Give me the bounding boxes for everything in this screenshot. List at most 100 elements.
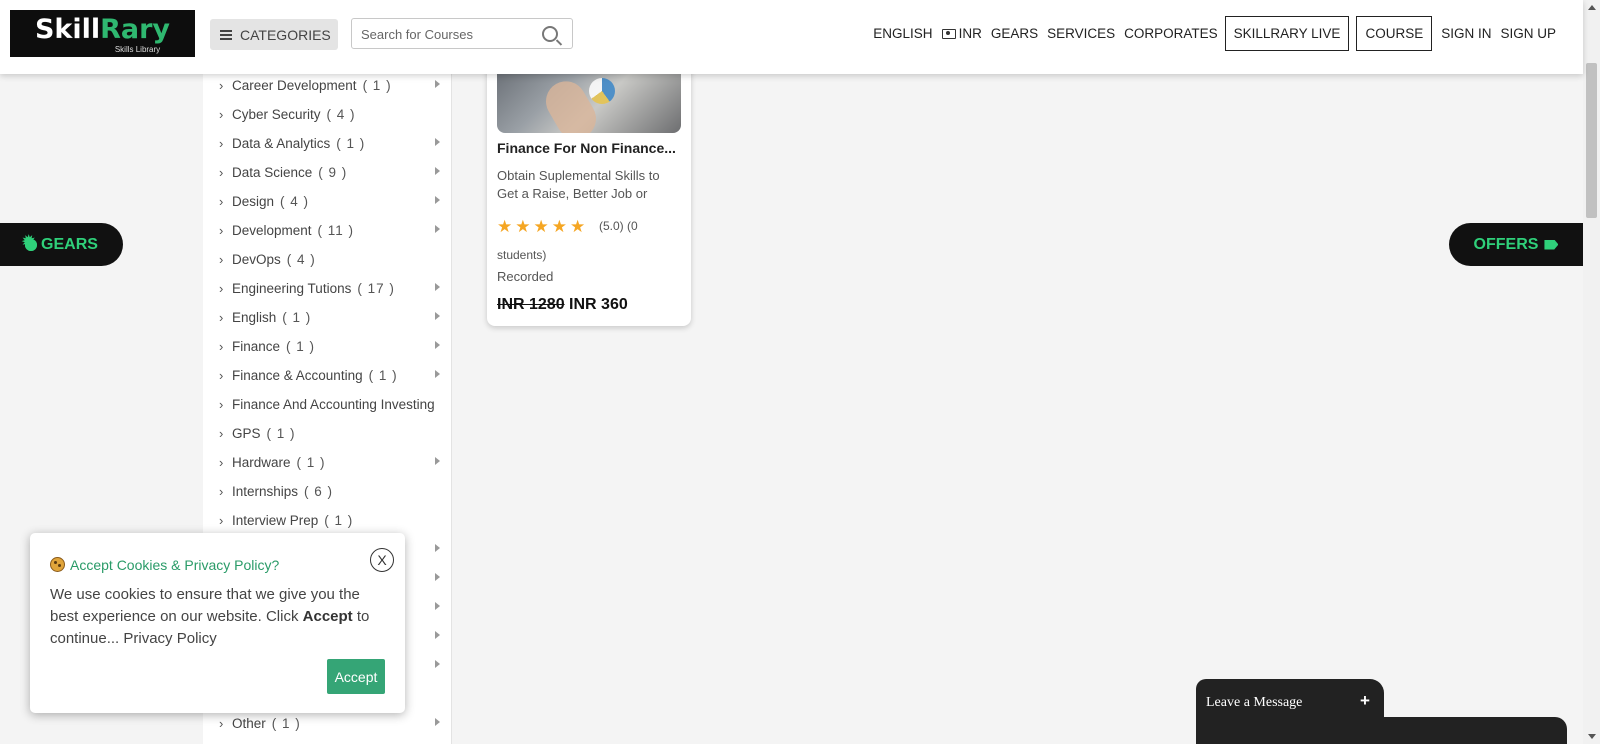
category-item[interactable]: › Career Development ( 1 ): [203, 76, 451, 105]
chevron-right-icon: ›: [219, 397, 224, 412]
category-count: ( 1 ): [296, 455, 326, 470]
chevron-right-icon: ›: [219, 513, 224, 528]
submenu-arrow-icon[interactable]: [435, 457, 440, 465]
course-card[interactable]: Finance For Non Finance... Obtain Suplem…: [487, 40, 691, 326]
submenu-arrow-icon[interactable]: [435, 544, 440, 552]
cookie-heading: Accept Cookies & Privacy Policy?: [50, 557, 279, 573]
cookie-body: We use cookies to ensure that we give yo…: [50, 584, 380, 650]
submenu-arrow-icon[interactable]: [435, 602, 440, 610]
students-text: students): [497, 248, 547, 262]
submenu-arrow-icon[interactable]: [435, 718, 440, 726]
submenu-arrow-icon[interactable]: [435, 312, 440, 320]
submenu-arrow-icon[interactable]: [435, 225, 440, 233]
search-icon[interactable]: [542, 26, 558, 42]
logo-tagline: Skills Library: [114, 45, 161, 54]
logo-text-skill: Skill: [34, 14, 101, 45]
submenu-arrow-icon[interactable]: [435, 660, 440, 668]
category-item[interactable]: › Internships ( 6 ): [203, 482, 451, 511]
nav-course[interactable]: COURSE: [1356, 16, 1433, 51]
category-item[interactable]: › Finance And Accounting Investing: [203, 395, 451, 424]
tag-icon: [1544, 239, 1559, 250]
page-scrollbar[interactable]: [1583, 0, 1600, 744]
leave-message-widget[interactable]: Leave a Message +: [1196, 679, 1567, 744]
nav-inr-label: INR: [958, 26, 982, 41]
offers-floating-tab[interactable]: OFFERS: [1449, 223, 1583, 266]
plus-icon[interactable]: +: [1360, 691, 1370, 711]
nav-sign-up[interactable]: SIGN UP: [1500, 26, 1556, 41]
categories-button[interactable]: CATEGORIES: [210, 19, 338, 50]
nav-skillrary-live[interactable]: SKILLRARY LIVE: [1224, 16, 1350, 51]
scroll-up-icon[interactable]: [1588, 5, 1596, 10]
chevron-right-icon: ›: [219, 165, 224, 180]
accept-button[interactable]: Accept: [327, 659, 385, 694]
nav-services[interactable]: SERVICES: [1047, 26, 1115, 41]
gears-tab-label: GEARS: [41, 235, 98, 253]
category-item[interactable]: › Data & Analytics ( 1 ): [203, 134, 451, 163]
category-label: Data Science: [232, 165, 313, 180]
category-item[interactable]: › DevOps ( 4 ): [203, 250, 451, 279]
category-label: Finance And Accounting Investing: [232, 397, 435, 412]
submenu-arrow-icon[interactable]: [435, 138, 440, 146]
star-icon: ★: [497, 217, 513, 236]
category-item[interactable]: › Engineering Tutions ( 17 ): [203, 279, 451, 308]
nav-english[interactable]: ENGLISH: [873, 26, 932, 41]
category-count: ( 1 ): [266, 426, 296, 441]
category-item[interactable]: › Cyber Security ( 4 ): [203, 105, 451, 134]
leave-message-bar: [1196, 717, 1567, 744]
scrollbar-thumb[interactable]: [1586, 63, 1597, 218]
submenu-arrow-icon[interactable]: [435, 167, 440, 175]
submenu-arrow-icon[interactable]: [435, 370, 440, 378]
category-item[interactable]: › Finance ( 1 ): [203, 337, 451, 366]
category-count: ( 1 ): [362, 78, 392, 93]
chevron-right-icon: ›: [219, 716, 224, 731]
nav-gears[interactable]: GEARS: [991, 26, 1038, 41]
skillrary-logo[interactable]: SkillRary Skills Library: [10, 10, 195, 57]
category-label: GPS: [232, 426, 261, 441]
category-count: ( 6 ): [304, 484, 334, 499]
submenu-arrow-icon[interactable]: [435, 283, 440, 291]
chevron-right-icon: ›: [219, 426, 224, 441]
offers-tab-label: OFFERS: [1473, 235, 1539, 253]
chevron-right-icon: ›: [219, 484, 224, 499]
star-icon: ★: [551, 217, 567, 236]
nav-sign-in[interactable]: SIGN IN: [1441, 26, 1491, 41]
submenu-arrow-icon[interactable]: [435, 196, 440, 204]
course-price: INR 1280 INR 360: [497, 296, 628, 314]
category-item[interactable]: › Finance & Accounting ( 1 ): [203, 366, 451, 395]
search-input[interactable]: [359, 26, 533, 43]
submenu-arrow-icon[interactable]: [435, 341, 440, 349]
chevron-right-icon: ›: [219, 281, 224, 296]
category-item[interactable]: › Hardware ( 1 ): [203, 453, 451, 482]
category-label: Internships: [232, 484, 299, 499]
course-title[interactable]: Finance For Non Finance...: [497, 140, 681, 156]
category-item[interactable]: › Other ( 1 ): [203, 714, 451, 743]
submenu-arrow-icon[interactable]: [435, 573, 440, 581]
scroll-down-icon[interactable]: [1588, 734, 1596, 739]
chevron-right-icon: ›: [219, 78, 224, 93]
category-item[interactable]: › GPS ( 1 ): [203, 424, 451, 453]
chevron-right-icon: ›: [219, 136, 224, 151]
gear-icon: [22, 235, 38, 251]
category-item[interactable]: › Development ( 11 ): [203, 221, 451, 250]
hamburger-icon: [220, 28, 232, 42]
main-nav: ENGLISH INR GEARS SERVICES CORPORATES SK…: [864, 16, 1556, 51]
old-price: INR 1280: [497, 296, 565, 313]
category-count: ( 4 ): [326, 107, 356, 122]
thumbnail-chart: [589, 78, 615, 104]
submenu-arrow-icon[interactable]: [435, 631, 440, 639]
site-header: SkillRary Skills Library CATEGORIES ENGL…: [0, 0, 1583, 74]
category-label: DevOps: [232, 252, 281, 267]
category-count: ( 4 ): [286, 252, 316, 267]
category-item[interactable]: › Data Science ( 9 ): [203, 163, 451, 192]
category-label: Finance & Accounting: [232, 368, 363, 383]
submenu-arrow-icon[interactable]: [435, 80, 440, 88]
chevron-right-icon: ›: [219, 368, 224, 383]
nav-corporates[interactable]: CORPORATES: [1124, 26, 1218, 41]
category-item[interactable]: › English ( 1 ): [203, 308, 451, 337]
gears-floating-tab[interactable]: GEARS: [0, 223, 123, 266]
close-button[interactable]: X: [370, 548, 394, 572]
nav-currency[interactable]: INR: [941, 26, 982, 41]
cookie-body-accept: Accept: [302, 608, 353, 625]
star-icon: ★: [515, 217, 531, 236]
category-item[interactable]: › Design ( 4 ): [203, 192, 451, 221]
